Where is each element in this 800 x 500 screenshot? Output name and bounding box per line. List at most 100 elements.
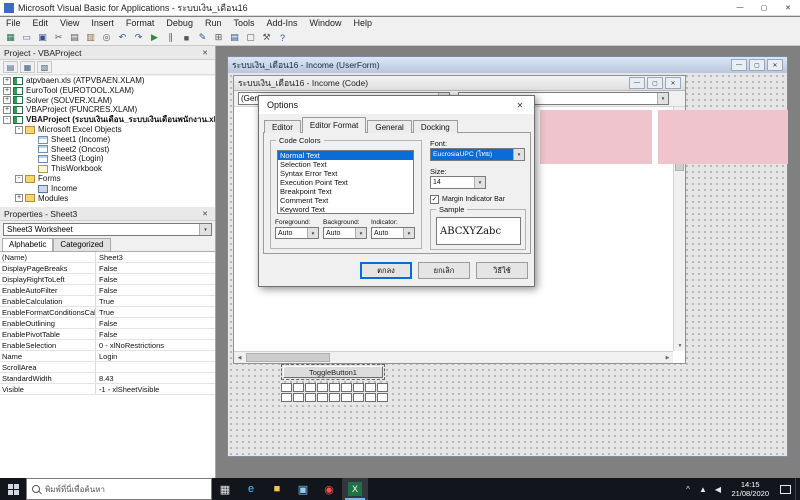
tree-item[interactable]: - Microsoft Excel Objects: [0, 125, 215, 135]
menu-run[interactable]: Run: [199, 17, 228, 30]
textbox-control[interactable]: [353, 383, 364, 392]
scroll-right-icon[interactable]: ▶: [662, 352, 673, 364]
property-row[interactable]: EnableCalculation True: [0, 296, 215, 307]
textbox-control[interactable]: [377, 383, 388, 392]
chevron-down-icon[interactable]: ▼: [307, 228, 318, 238]
background-dropdown[interactable]: Auto ▼: [323, 227, 367, 239]
form-pink-block[interactable]: [540, 110, 652, 164]
insert-userform-icon[interactable]: ▭: [19, 31, 34, 44]
help-icon[interactable]: ?: [275, 31, 290, 44]
property-row[interactable]: EnableSelection 0 - xlNoRestrictions: [0, 340, 215, 351]
expand-icon[interactable]: +: [3, 106, 11, 115]
property-value[interactable]: True: [96, 296, 215, 306]
menu-tools[interactable]: Tools: [227, 17, 260, 30]
redo-icon[interactable]: ↷: [131, 31, 146, 44]
foreground-dropdown[interactable]: Auto ▼: [275, 227, 319, 239]
minimize-icon[interactable]: —: [629, 77, 645, 89]
taskbar-clock[interactable]: 14:15 21/08/2020: [725, 480, 775, 498]
close-icon[interactable]: ✕: [199, 49, 211, 57]
property-value[interactable]: -1 - xlSheetVisible: [96, 384, 215, 394]
chevron-down-icon[interactable]: ▼: [513, 149, 524, 160]
color-list-item[interactable]: Keyword Text: [278, 205, 413, 213]
undo-icon[interactable]: ↶: [115, 31, 130, 44]
toolbox-icon[interactable]: ⚒: [259, 31, 274, 44]
textbox-control[interactable]: [341, 383, 352, 392]
scrollbar-thumb[interactable]: [246, 353, 330, 362]
textbox-control[interactable]: [305, 383, 316, 392]
tree-item[interactable]: + VBAProject (FUNCRES.XLAM): [0, 105, 215, 115]
tree-item[interactable]: Sheet1 (Income): [0, 135, 215, 145]
property-value[interactable]: False: [96, 329, 215, 339]
break-icon[interactable]: ∥: [163, 31, 178, 44]
menu-insert[interactable]: Insert: [85, 17, 120, 30]
color-list-item[interactable]: Breakpoint Text: [278, 187, 413, 196]
chevron-down-icon[interactable]: ▼: [403, 228, 414, 238]
textbox-control[interactable]: [293, 393, 304, 402]
close-icon[interactable]: ✕: [767, 59, 783, 71]
textbox-control[interactable]: [377, 393, 388, 402]
property-value[interactable]: False: [96, 285, 215, 295]
property-value[interactable]: Sheet3: [96, 252, 215, 262]
scroll-down-icon[interactable]: ▼: [674, 340, 686, 351]
close-icon[interactable]: ✕: [665, 77, 681, 89]
object-browser-icon[interactable]: ▢: [243, 31, 258, 44]
view-code-icon[interactable]: ▤: [3, 61, 18, 73]
tab-categorized[interactable]: Categorized: [53, 238, 111, 251]
code-window-titlebar[interactable]: ระบบเงิน_เดือน16 - Income (Code) — ▢ ✕: [234, 76, 685, 91]
volume-icon[interactable]: ◀: [710, 485, 725, 494]
object-selector[interactable]: Sheet3 Worksheet ▼: [3, 223, 212, 236]
close-icon[interactable]: ✕: [199, 210, 211, 218]
close-icon[interactable]: ✕: [776, 0, 800, 16]
properties-window-icon[interactable]: ▤: [227, 31, 242, 44]
collapse-icon[interactable]: -: [15, 125, 23, 134]
excel-icon[interactable]: X: [342, 478, 368, 500]
tab-docking[interactable]: Docking: [412, 120, 458, 133]
form-pink-block[interactable]: [658, 110, 788, 164]
property-value[interactable]: True: [96, 307, 215, 317]
tree-item[interactable]: + Solver (SOLVER.XLAM): [0, 96, 215, 106]
action-center-button[interactable]: [775, 484, 795, 494]
property-value[interactable]: [96, 362, 215, 372]
togglebutton-control[interactable]: ToggleButton1: [281, 364, 385, 380]
chevron-down-icon[interactable]: ▼: [199, 224, 211, 235]
property-row[interactable]: StandardWidth 8.43: [0, 373, 215, 384]
ok-button[interactable]: ตกลง: [360, 262, 412, 279]
margin-indicator-checkbox[interactable]: ✓ Margin Indicator Bar: [430, 195, 505, 204]
tab-alphabetic[interactable]: Alphabetic: [2, 238, 54, 251]
property-value[interactable]: False: [96, 318, 215, 328]
project-explorer-icon[interactable]: ⊞: [211, 31, 226, 44]
chevron-down-icon[interactable]: ▼: [474, 177, 485, 188]
menu-edit[interactable]: Edit: [27, 17, 55, 30]
close-icon[interactable]: ✕: [506, 101, 534, 110]
tree-item[interactable]: Income: [0, 184, 215, 194]
cut-icon[interactable]: ✂: [51, 31, 66, 44]
maximize-icon[interactable]: ▢: [647, 77, 663, 89]
textbox-control[interactable]: [317, 393, 328, 402]
property-row[interactable]: Visible -1 - xlSheetVisible: [0, 384, 215, 395]
menu-format[interactable]: Format: [120, 17, 161, 30]
design-mode-icon[interactable]: ✎: [195, 31, 210, 44]
taskbar-search[interactable]: พิมพ์ที่นี่เพื่อค้นหา: [26, 478, 212, 500]
store-icon[interactable]: ▣: [290, 478, 316, 500]
chrome-icon[interactable]: ◉: [316, 478, 342, 500]
font-dropdown[interactable]: EucrosiaUPC (ไทย) ▼: [430, 148, 525, 161]
collapse-icon[interactable]: -: [3, 116, 11, 125]
property-row[interactable]: EnableFormatConditionsCalculationTrue: [0, 307, 215, 318]
textbox-control[interactable]: [305, 393, 316, 402]
property-row[interactable]: DisplayPageBreaks False: [0, 263, 215, 274]
collapse-icon[interactable]: -: [15, 174, 23, 183]
textbox-control[interactable]: [281, 393, 292, 402]
expand-icon[interactable]: +: [3, 86, 11, 95]
textbox-control[interactable]: [317, 383, 328, 392]
chevron-down-icon[interactable]: ▼: [657, 93, 668, 104]
indicator-dropdown[interactable]: Auto ▼: [371, 227, 415, 239]
view-object-icon[interactable]: ▦: [20, 61, 35, 73]
tree-item[interactable]: Sheet3 (Login): [0, 154, 215, 164]
menu-help[interactable]: Help: [348, 17, 379, 30]
tab-editor-format[interactable]: Editor Format: [301, 117, 367, 133]
horizontal-scrollbar[interactable]: ◀ ▶: [234, 351, 673, 363]
chevron-down-icon[interactable]: ▼: [355, 228, 366, 238]
view-excel-icon[interactable]: ▦: [3, 31, 18, 44]
find-icon[interactable]: ◎: [99, 31, 114, 44]
textbox-control[interactable]: [329, 393, 340, 402]
